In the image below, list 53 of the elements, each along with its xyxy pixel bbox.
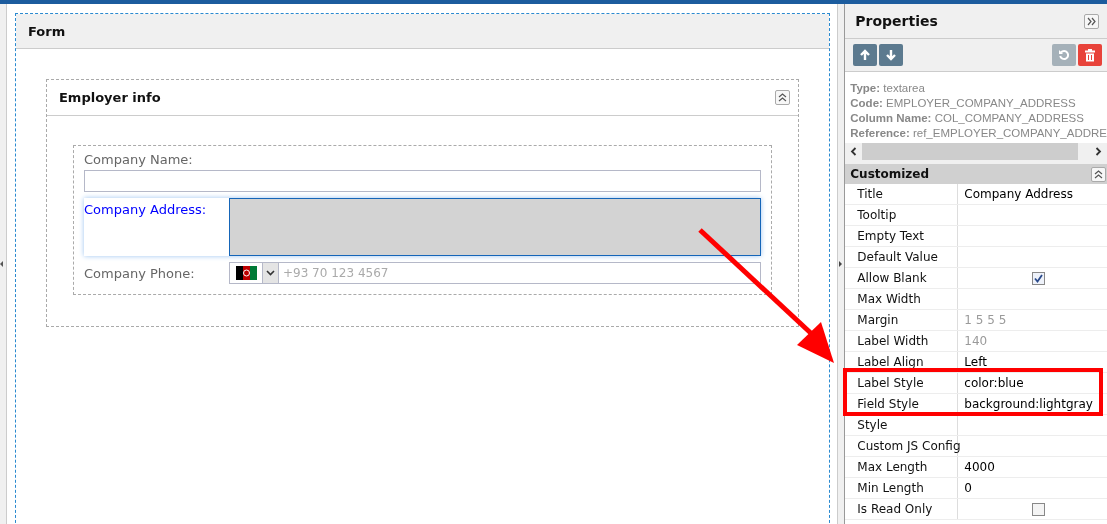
info-line: Reference: ref_EMPLOYER_COMPANY_ADDRE	[850, 126, 1107, 141]
info-line: Code: EMPLOYER_COMPANY_ADDRESS	[850, 96, 1077, 111]
scrollbar-thumb[interactable]	[862, 143, 1078, 160]
info-line: Column Name: COL_COMPANY_ADDRESS	[850, 111, 1085, 126]
panel-title: Properties	[855, 13, 938, 29]
property-name: Custom JS Config	[845, 436, 959, 456]
property-name: Empty Text	[845, 226, 959, 246]
property-name: Min Length	[845, 478, 959, 498]
property-name: Label Style	[845, 373, 959, 393]
checkbox[interactable]	[1032, 502, 1046, 516]
checkbox[interactable]	[1032, 271, 1046, 285]
property-name: Margin	[845, 310, 959, 330]
arrow-up-icon	[859, 49, 872, 61]
property-name: Default Value	[845, 247, 959, 267]
property-name: Allow Blank	[845, 268, 959, 288]
group-title: Customized	[850, 167, 930, 181]
property-value[interactable]: background:lightgray	[964, 397, 1093, 411]
move-up-button[interactable]	[853, 44, 878, 66]
input-field[interactable]	[84, 170, 761, 192]
panel-title: Form	[28, 23, 66, 39]
section-title: Employer info	[59, 90, 161, 105]
property-name: Max Length	[845, 457, 959, 477]
property-name: Tooltip	[845, 205, 959, 225]
property-value[interactable]: Company Address	[964, 187, 1073, 201]
field-label: Company Address:	[84, 201, 208, 219]
field-label: Company Name:	[84, 152, 194, 167]
property-name: Title	[845, 184, 959, 204]
flag-icon	[236, 266, 257, 280]
property-name: Style	[845, 415, 959, 435]
property-name: Label Align	[845, 352, 959, 372]
textarea-field[interactable]	[229, 198, 761, 256]
info-line: Type: textarea	[850, 81, 926, 96]
property-value[interactable]: 4000	[964, 460, 995, 474]
move-down-button[interactable]	[879, 44, 904, 66]
property-name: Label Width	[845, 331, 959, 351]
property-name: Max Width	[845, 289, 959, 309]
property-value[interactable]: Left	[964, 355, 987, 369]
arrow-down-icon	[885, 49, 898, 61]
collapse-button[interactable]	[775, 90, 790, 105]
property-value[interactable]: 0	[964, 481, 972, 495]
collapse-button[interactable]	[1091, 166, 1106, 182]
delete-button[interactable]	[1078, 44, 1102, 66]
caret-icon	[266, 270, 275, 276]
trash-icon	[1084, 48, 1096, 62]
phone-field[interactable]: +93 70 123 4567	[229, 262, 761, 284]
expand-button[interactable]	[1084, 13, 1099, 29]
property-name: Is Read Only	[845, 499, 959, 519]
splitter-handle-icon[interactable]	[0, 261, 3, 267]
property-name: Field Style	[845, 394, 959, 414]
property-value[interactable]: color:blue	[964, 376, 1024, 390]
undo-icon	[1058, 49, 1070, 61]
field-label: Company Phone:	[84, 265, 196, 281]
splitter-handle-icon[interactable]	[839, 261, 843, 267]
